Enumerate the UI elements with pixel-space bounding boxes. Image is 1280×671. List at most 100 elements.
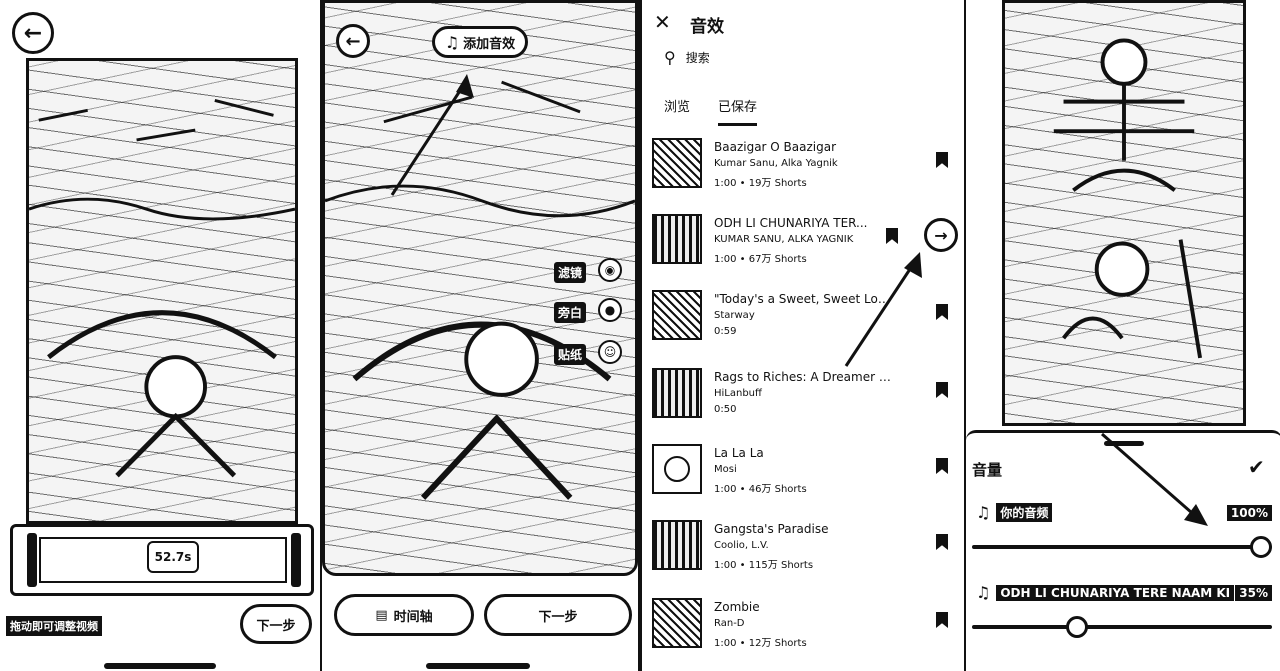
next-button[interactable]: 下一步 xyxy=(240,604,312,644)
music-note-icon: ♫ xyxy=(976,503,991,522)
track-meta: 1:00 • 46万 Shorts xyxy=(714,484,807,495)
use-sound-button[interactable]: → xyxy=(924,218,958,252)
back-button[interactable]: ← xyxy=(336,24,370,58)
track-title: ODH LI CHUNARIYA TER... xyxy=(714,216,868,230)
sound-library-screen: ✕ 音效 ⚲ 搜索 浏览 已保存 Baazigar O Baazigar Kum… xyxy=(640,0,962,671)
track-artist: Coolio, L.V. xyxy=(714,540,769,551)
annotation-arrow xyxy=(390,74,474,196)
album-art xyxy=(652,214,702,264)
tool-sticker-label[interactable]: 贴纸 xyxy=(554,344,587,365)
sticker-icon[interactable]: ☺ xyxy=(598,340,622,364)
timeline-icon: ▤ xyxy=(375,607,388,623)
trim-handle-right[interactable] xyxy=(291,533,301,587)
track-meta: 1:00 • 19万 Shorts xyxy=(714,178,807,189)
bookmark-icon[interactable] xyxy=(936,458,948,474)
bookmark-icon[interactable] xyxy=(936,382,948,398)
bookmark-icon[interactable] xyxy=(936,534,948,550)
music-note-icon: ♫ xyxy=(976,583,991,602)
slider-knob[interactable] xyxy=(1066,616,1088,638)
search-icon: ⚲ xyxy=(664,48,676,67)
music-note-icon: ♫ xyxy=(444,32,460,52)
home-indicator xyxy=(426,663,530,669)
track-meta: 0:59 xyxy=(714,326,737,337)
filter-icon[interactable]: ◉ xyxy=(598,258,622,282)
close-icon[interactable]: ✕ xyxy=(654,10,671,34)
next-button[interactable]: 下一步 xyxy=(484,594,632,636)
tab-saved[interactable]: 已保存 xyxy=(718,96,758,126)
check-icon[interactable]: ✔ xyxy=(1248,455,1265,479)
sketch-illustration xyxy=(29,99,295,478)
your-sound-slider[interactable] xyxy=(972,536,1272,558)
duration-label: 52.7s xyxy=(147,541,199,573)
track-artist: KUMAR SANU, ALKA YAGNIK xyxy=(714,234,854,245)
list-item[interactable]: La La La Mosi 1:00 • 46万 Shorts xyxy=(652,444,952,506)
list-item[interactable]: Baazigar O Baazigar Kumar Sanu, Alka Yag… xyxy=(652,138,952,200)
track-artist: Starway xyxy=(714,310,755,321)
search-bar[interactable]: ⚲ 搜索 xyxy=(664,48,710,67)
album-art xyxy=(652,138,702,188)
list-item[interactable]: Gangsta's Paradise Coolio, L.V. 1:00 • 1… xyxy=(652,520,952,582)
your-sound-label: 你的音频 xyxy=(996,503,1053,522)
bookmark-icon[interactable] xyxy=(936,612,948,628)
arrow-right-icon: → xyxy=(934,225,948,245)
track-meta: 1:00 • 115万 Shorts xyxy=(714,560,814,571)
add-sound-button[interactable]: ♫ 添加音效 xyxy=(432,26,528,58)
track-sound-label: ODH LI CHUNARIYA TERE NAAM KI xyxy=(996,584,1235,601)
track-title: Zombie xyxy=(714,600,760,614)
video-preview xyxy=(1002,0,1246,426)
volume-screen: 音量 ✔ ♫ 你的音频 100% ♫ ODH LI CHUNARIYA TERE… xyxy=(964,0,1280,671)
track-artist: Mosi xyxy=(714,464,737,475)
your-sound-percent: 100% xyxy=(1226,505,1272,521)
track-title: Baazigar O Baazigar xyxy=(714,140,837,154)
bookmark-icon[interactable] xyxy=(886,228,898,244)
tab-bar: 浏览 已保存 xyxy=(664,96,758,126)
your-sound-row: ♫ 你的音频 xyxy=(976,503,1053,522)
track-meta: 0:50 xyxy=(714,404,737,415)
home-indicator xyxy=(104,663,216,669)
add-sound-label: 添加音效 xyxy=(463,36,516,52)
track-title: Rags to Riches: A Dreamer Born fr... xyxy=(714,370,892,384)
album-art xyxy=(652,598,702,648)
timeline-label: 时间轴 xyxy=(393,609,433,625)
tool-voiceover-label[interactable]: 旁白 xyxy=(554,302,587,323)
video-preview xyxy=(26,58,298,524)
sketch-illustration xyxy=(1053,38,1203,359)
album-art xyxy=(652,444,702,494)
list-item[interactable]: Zombie Ran-D 1:00 • 12万 Shorts xyxy=(652,598,952,660)
track-title: Gangsta's Paradise xyxy=(714,522,829,536)
annotation-arrow xyxy=(1101,432,1208,526)
album-art xyxy=(652,368,702,418)
trim-screen: ← 52.7s 拖动即可调整视频 下一步 xyxy=(0,0,320,671)
track-sound-percent: 35% xyxy=(1235,585,1272,601)
track-meta: 1:00 • 67万 Shorts xyxy=(714,254,807,265)
tab-browse[interactable]: 浏览 xyxy=(664,96,690,126)
album-art xyxy=(652,290,702,340)
trim-bar[interactable]: 52.7s xyxy=(10,524,314,596)
bookmark-icon[interactable] xyxy=(936,152,948,168)
track-artist: HiLanbuff xyxy=(714,388,762,399)
bookmark-icon[interactable] xyxy=(936,304,948,320)
search-input[interactable]: 搜索 xyxy=(686,49,710,66)
album-art xyxy=(652,520,702,570)
track-artist: Kumar Sanu, Alka Yagnik xyxy=(714,158,838,169)
microphone-icon[interactable]: ● xyxy=(598,298,622,322)
back-button[interactable]: ← xyxy=(12,12,54,54)
screenshot-stage: ← 52.7s 拖动即可调整视频 下一步 ← ♫ 添加音效 滤镜 ◉ 旁白 ● … xyxy=(0,0,1280,671)
timeline-button[interactable]: ▤ 时间轴 xyxy=(334,594,474,636)
track-meta: 1:00 • 12万 Shorts xyxy=(714,638,807,649)
trim-hint: 拖动即可调整视频 xyxy=(6,616,102,636)
slider-knob[interactable] xyxy=(1250,536,1272,558)
track-sound-row: ♫ ODH LI CHUNARIYA TERE NAAM KI xyxy=(976,583,1235,602)
track-artist: Ran-D xyxy=(714,618,745,629)
arrow-left-icon: ← xyxy=(345,30,361,52)
arrow-left-icon: ← xyxy=(23,20,43,46)
track-sound-slider[interactable] xyxy=(972,616,1272,638)
volume-title: 音量 xyxy=(972,461,1003,479)
editor-screen: ← ♫ 添加音效 滤镜 ◉ 旁白 ● 贴纸 ☺ ▤ 时间轴 下一步 xyxy=(322,0,638,671)
page-title: 音效 xyxy=(690,17,724,37)
list-item[interactable]: Rags to Riches: A Dreamer Born fr... HiL… xyxy=(652,368,952,430)
annotation-arrow xyxy=(844,252,922,367)
track-title: La La La xyxy=(714,446,764,460)
tool-filter-label[interactable]: 滤镜 xyxy=(554,262,587,283)
trim-handle-left[interactable] xyxy=(27,533,37,587)
